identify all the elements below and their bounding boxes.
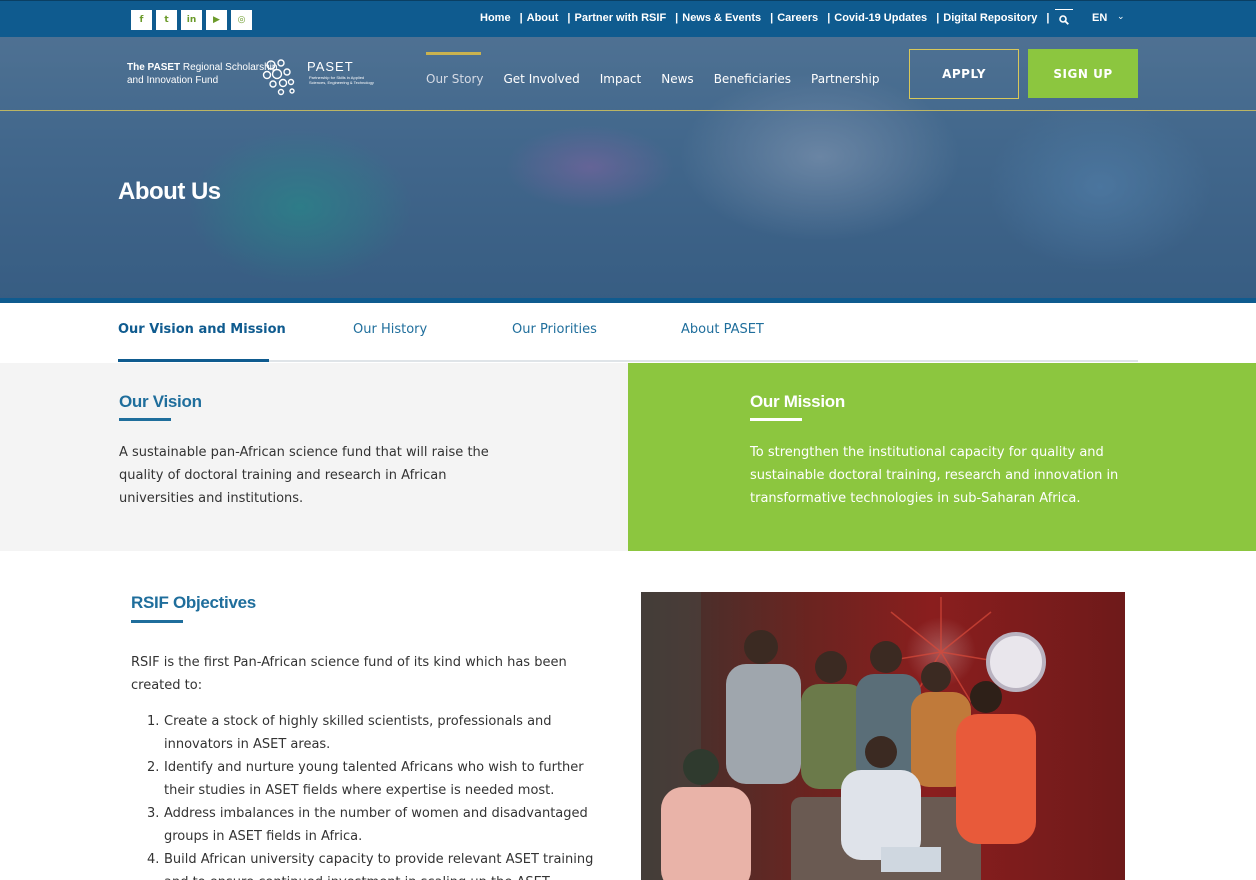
linkedin-glyph: in — [186, 14, 197, 25]
list-item-text: Address imbalances in the number of wome… — [164, 806, 588, 844]
tab-about-paset[interactable]: About PASET — [681, 322, 764, 337]
separator: | — [519, 12, 523, 24]
top-links: Home | About | Partner with RSIF | News … — [480, 12, 1053, 24]
signup-button[interactable]: SIGN UP — [1028, 49, 1138, 98]
top-link-about[interactable]: About — [527, 12, 559, 24]
nav-partnership[interactable]: Partnership — [811, 72, 879, 86]
separator: | — [567, 12, 571, 24]
objectives-title-underline — [131, 620, 183, 623]
separator: | — [936, 12, 940, 24]
list-number: 4. — [147, 852, 160, 867]
list-item: 1. Create a stock of highly skilled scien… — [131, 710, 601, 756]
twitter-glyph: t — [164, 14, 169, 25]
tab-our-priorities[interactable]: Our Priorities — [512, 322, 597, 337]
apply-button[interactable]: APPLY — [909, 49, 1019, 99]
top-link-home[interactable]: Home — [480, 12, 511, 24]
list-item-text: Identify and nurture young talented Afri… — [164, 760, 584, 798]
objectives-title: RSIF Objectives — [131, 593, 256, 612]
site-logo[interactable]: The PASET Regional Scholarship and Innov… — [127, 55, 374, 97]
separator: | — [1046, 12, 1050, 24]
list-number: 1. — [147, 714, 160, 729]
logo-line1-bold: The PASET — [127, 62, 181, 73]
linkedin-icon[interactable]: in — [181, 10, 202, 30]
mission-title-underline — [750, 418, 802, 421]
group-photo-illustration — [641, 592, 1046, 880]
list-number: 2. — [147, 760, 160, 775]
top-link-covid[interactable]: Covid-19 Updates — [834, 12, 927, 24]
vision-title: Our Vision — [119, 392, 202, 411]
nav-news[interactable]: News — [661, 72, 693, 86]
youtube-glyph: ▶ — [213, 14, 220, 25]
nav-divider — [0, 110, 1256, 111]
top-utility-bar: f t in ▶ ◎ Home | About | Partner with R… — [0, 0, 1256, 37]
nav-get-involved[interactable]: Get Involved — [504, 72, 580, 86]
youtube-icon[interactable]: ▶ — [206, 10, 227, 30]
search-icon — [1059, 15, 1069, 25]
separator: | — [770, 12, 774, 24]
vision-panel: Our Vision A sustainable pan-African sci… — [0, 363, 628, 551]
mission-panel: Our Mission To strengthen the institutio… — [628, 363, 1256, 551]
instagram-icon[interactable]: ◎ — [231, 10, 252, 30]
section-tabs: Our Vision and Mission Our History Our P… — [118, 302, 1138, 362]
list-item: 3. Address imbalances in the number of wo… — [131, 802, 601, 848]
page-title: About Us — [118, 178, 221, 205]
group-photo — [641, 592, 1125, 880]
search-button[interactable] — [1055, 9, 1073, 29]
main-nav: Our Story Get Involved Impact News Benef… — [426, 52, 899, 86]
separator: | — [675, 12, 679, 24]
logo-paset-tagline: Partnership for Skills in Applied Scienc… — [309, 75, 374, 85]
twitter-icon[interactable]: t — [156, 10, 177, 30]
tab-vision-mission[interactable]: Our Vision and Mission — [118, 322, 286, 337]
list-item-text: Build African university capacity to pro… — [164, 852, 594, 880]
nav-impact[interactable]: Impact — [600, 72, 642, 86]
vision-text: A sustainable pan-African science fund t… — [119, 445, 489, 506]
top-link-digital-repository[interactable]: Digital Repository — [943, 12, 1037, 24]
mission-text: To strengthen the institutional capacity… — [750, 445, 1119, 506]
mission-title: Our Mission — [750, 392, 845, 411]
logo-line2: and Innovation Fund — [127, 75, 219, 86]
social-links: f t in ▶ ◎ — [131, 10, 252, 30]
active-tab-indicator — [118, 359, 269, 362]
chevron-down-icon[interactable]: ⌄ — [1117, 12, 1125, 22]
vision-title-underline — [119, 418, 171, 421]
list-item: 4. Build African university capacity to p… — [131, 848, 601, 880]
tab-our-history[interactable]: Our History — [353, 322, 427, 337]
top-link-news-events[interactable]: News & Events — [682, 12, 761, 24]
logo-paset: PASET — [307, 59, 354, 74]
nav-beneficiaries[interactable]: Beneficiaries — [714, 72, 791, 86]
facebook-glyph: f — [139, 14, 144, 25]
language-selector[interactable]: EN — [1092, 12, 1107, 24]
facebook-icon[interactable]: f — [131, 10, 152, 30]
objectives-intro: RSIF is the first Pan-African science fu… — [131, 655, 567, 693]
nav-our-story[interactable]: Our Story — [426, 52, 484, 86]
list-item: 2. Identify and nurture young talented Af… — [131, 756, 601, 802]
logo-line1: The PASET Regional Scholarship — [127, 62, 277, 73]
instagram-glyph: ◎ — [237, 14, 246, 25]
paset-mark-icon — [262, 59, 295, 96]
objectives-list: 1. Create a stock of highly skilled scien… — [131, 710, 601, 880]
top-link-careers[interactable]: Careers — [777, 12, 818, 24]
list-item-text: Create a stock of highly skilled scienti… — [164, 714, 552, 752]
list-number: 3. — [147, 806, 160, 821]
separator: | — [827, 12, 831, 24]
top-link-partner[interactable]: Partner with RSIF — [574, 12, 666, 24]
